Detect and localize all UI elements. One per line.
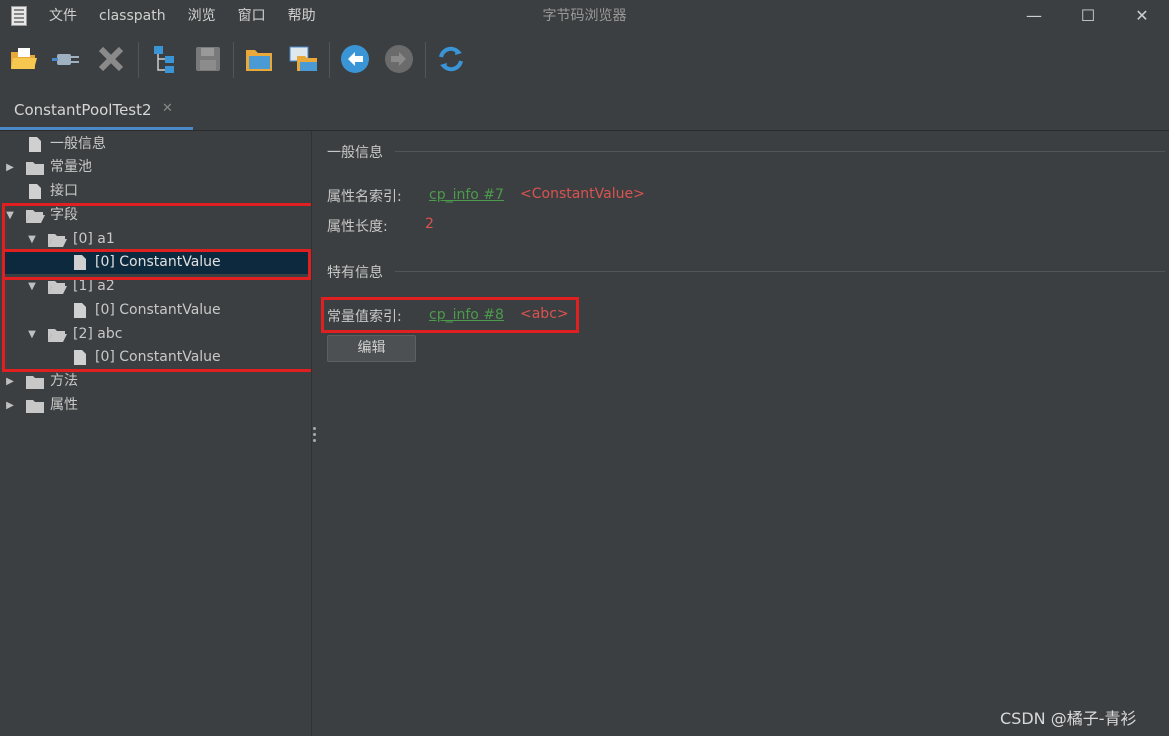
- plug-icon[interactable]: [48, 38, 84, 82]
- menu-bar: 文件 classpath 浏览 窗口 帮助: [38, 0, 327, 32]
- annotation-box-constant: [321, 297, 579, 333]
- minimize-button[interactable]: —: [1007, 0, 1061, 32]
- tab-label: ConstantPoolTest2: [14, 101, 152, 119]
- attr-name-value: <ConstantValue>: [520, 186, 645, 202]
- close-x-icon[interactable]: [92, 38, 128, 82]
- attr-length-label: 属性长度:: [327, 219, 388, 235]
- expand-arrow-icon[interactable]: ▶: [4, 394, 16, 417]
- section-divider: [395, 271, 1165, 272]
- detail-panel: [319, 131, 1169, 736]
- attr-name-index-label: 属性名索引:: [327, 189, 402, 205]
- annotation-box-fields: [2, 203, 316, 372]
- section-title-specific: 特有信息: [327, 265, 383, 281]
- watermark: CSDN @橘子-青衫: [1000, 709, 1137, 728]
- tree-structure-icon[interactable]: [146, 38, 182, 82]
- maximize-button[interactable]: ☐: [1061, 0, 1115, 32]
- menu-browse[interactable]: 浏览: [177, 0, 227, 32]
- tree-item-interfaces[interactable]: 接口: [0, 180, 300, 203]
- attr-name-index-link[interactable]: cp_info #7: [429, 187, 504, 203]
- tree-item-methods[interactable]: ▶ 方法: [0, 370, 300, 393]
- app-icon: [11, 6, 27, 26]
- menu-window[interactable]: 窗口: [227, 0, 277, 32]
- menu-help[interactable]: 帮助: [277, 0, 327, 32]
- forward-arrow-icon[interactable]: [380, 38, 416, 82]
- save-disk-icon[interactable]: [189, 38, 225, 82]
- attr-length-value: 2: [425, 216, 434, 232]
- back-arrow-icon[interactable]: [336, 38, 372, 82]
- close-button[interactable]: ✕: [1115, 0, 1169, 32]
- window-folder-icon[interactable]: [284, 38, 320, 82]
- open-folder-icon[interactable]: [5, 38, 41, 82]
- tab-close-icon[interactable]: ✕: [162, 101, 173, 116]
- folder-browse-icon[interactable]: [240, 38, 276, 82]
- expand-arrow-icon[interactable]: ▶: [4, 156, 16, 179]
- edit-button[interactable]: 编辑: [327, 335, 416, 362]
- toolbar: [0, 38, 1169, 82]
- section-title-general: 一般信息: [327, 145, 383, 161]
- menu-file[interactable]: 文件: [38, 0, 88, 32]
- menu-classpath[interactable]: classpath: [88, 0, 177, 32]
- refresh-icon[interactable]: [432, 38, 468, 82]
- tree-item-constant-pool[interactable]: ▶ 常量池: [0, 156, 300, 179]
- annotation-box-selected: [2, 249, 311, 280]
- folder-icon: [26, 398, 44, 421]
- tab-bar: ConstantPoolTest2 ✕: [0, 90, 1169, 131]
- expand-arrow-icon[interactable]: ▶: [4, 370, 16, 393]
- section-divider: [395, 151, 1165, 152]
- tree-item-general[interactable]: 一般信息: [0, 133, 300, 156]
- tab-constantpooltest2[interactable]: ConstantPoolTest2 ✕: [0, 90, 193, 130]
- title-bar: 文件 classpath 浏览 窗口 帮助 字节码浏览器 — ☐ ✕: [0, 0, 1169, 32]
- tree-item-attributes[interactable]: ▶ 属性: [0, 394, 300, 417]
